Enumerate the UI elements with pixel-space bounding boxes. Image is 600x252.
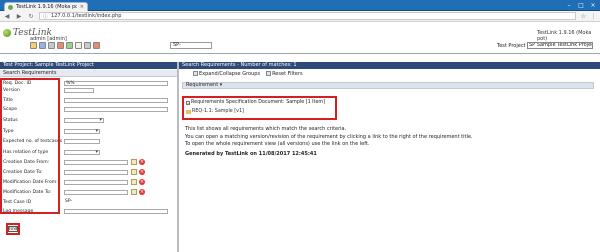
browser-titlebar bbox=[0, 0, 600, 11]
expand-collapse-button[interactable]: Expand/Collapse Groups bbox=[193, 71, 260, 77]
app-version: TestLink 1.9.16 (Moka pot) bbox=[537, 30, 592, 42]
back-icon[interactable]: ◀ bbox=[3, 12, 11, 20]
modification-to-input[interactable] bbox=[64, 190, 128, 195]
forward-icon[interactable]: ▶ bbox=[15, 12, 23, 20]
clear-date-icon[interactable]: × bbox=[139, 169, 145, 175]
calendar-icon[interactable] bbox=[131, 179, 137, 185]
minimize-icon[interactable]: – bbox=[564, 1, 574, 9]
app-header bbox=[0, 22, 600, 54]
status-select[interactable] bbox=[64, 117, 104, 123]
requirement-column-header[interactable]: Requirement ▾ bbox=[182, 82, 594, 89]
requirements-icon[interactable] bbox=[39, 42, 46, 49]
highlight-result bbox=[182, 96, 337, 120]
results-toolbar: Expand/Collapse Groups Reset Filters bbox=[179, 69, 600, 78]
has-relation-select[interactable] bbox=[64, 149, 100, 155]
creation-to-input[interactable] bbox=[64, 170, 128, 175]
calendar-icon[interactable] bbox=[131, 189, 137, 195]
user-management-icon[interactable] bbox=[75, 42, 82, 49]
project-label: Test Project bbox=[497, 43, 526, 49]
close-window-icon[interactable]: × bbox=[588, 1, 598, 9]
events-icon[interactable] bbox=[84, 42, 91, 49]
version-input[interactable] bbox=[64, 88, 94, 93]
tab-title: TestLink 1.9.16 (Moka pot) bbox=[16, 4, 77, 10]
logout-icon[interactable] bbox=[93, 42, 100, 49]
project-select[interactable]: SP Sample TestLink Project bbox=[527, 42, 593, 49]
reset-filters-label: Reset Filters bbox=[272, 70, 303, 77]
calendar-icon[interactable] bbox=[131, 159, 137, 165]
browser-toolbar: ◀ ▶ ↻ ⓘ 127.0.0.1/testlink/index.php ☆ ⋮ bbox=[0, 11, 600, 22]
clear-date-icon[interactable]: × bbox=[139, 159, 145, 165]
type-select[interactable] bbox=[64, 128, 100, 134]
test-reports-icon[interactable] bbox=[66, 42, 73, 49]
highlight-search-fields bbox=[0, 78, 60, 214]
calendar-icon[interactable] bbox=[131, 169, 137, 175]
reset-filters-icon bbox=[266, 71, 272, 76]
expand-collapse-icon bbox=[193, 71, 198, 76]
title-input[interactable] bbox=[64, 98, 168, 103]
generated-by: Generated by TestLink on 11/08/2017 12:4… bbox=[185, 151, 317, 157]
test-specification-icon[interactable] bbox=[48, 42, 55, 49]
creation-from-input[interactable] bbox=[64, 160, 128, 165]
search-requirements-subtitle: Search Requirements bbox=[0, 70, 177, 77]
highlight-find-button bbox=[6, 223, 20, 235]
info-line: You can open a matching version/revision… bbox=[185, 133, 473, 140]
req-doc-id-input[interactable]: %% bbox=[64, 81, 168, 86]
info-line: This list shows all requirements which m… bbox=[185, 126, 347, 132]
reload-icon[interactable]: ↻ bbox=[27, 12, 35, 20]
star-icon[interactable]: ☆ bbox=[580, 13, 587, 20]
results-info: This list shows all requirements which m… bbox=[185, 126, 585, 149]
logo-mark-icon bbox=[3, 29, 11, 37]
desktop-icon[interactable] bbox=[30, 42, 37, 49]
test-case-id-input[interactable]: SP- bbox=[64, 199, 94, 205]
tab-favicon-icon bbox=[8, 4, 13, 10]
expected-testcases-input[interactable] bbox=[64, 139, 100, 144]
test-execution-icon[interactable] bbox=[57, 42, 64, 49]
log-message-input[interactable] bbox=[64, 209, 168, 214]
modification-from-input[interactable] bbox=[64, 180, 128, 185]
header-menu-icons bbox=[30, 42, 100, 49]
menu-icon[interactable]: ⋮ bbox=[590, 13, 597, 20]
reset-filters-button[interactable]: Reset Filters bbox=[266, 71, 303, 77]
clear-date-icon[interactable]: × bbox=[139, 179, 145, 185]
clear-date-icon[interactable]: × bbox=[139, 189, 145, 195]
scope-input[interactable] bbox=[64, 107, 168, 112]
address-bar[interactable]: ⓘ 127.0.0.1/testlink/index.php bbox=[39, 12, 576, 20]
page-info-icon: ⓘ bbox=[43, 13, 49, 20]
left-panel-title: Test Project: Sample TestLink Project bbox=[0, 62, 177, 69]
expand-collapse-label: Expand/Collapse Groups bbox=[199, 70, 261, 77]
right-panel-title: Search Requirements - Number of matches:… bbox=[179, 62, 600, 69]
browser-tab[interactable]: TestLink 1.9.16 (Moka pot) × bbox=[4, 2, 88, 11]
url-text: 127.0.0.1/testlink/index.php bbox=[51, 13, 122, 19]
maximize-icon[interactable]: □ bbox=[576, 1, 586, 9]
info-line: To open the whole requirement view (all … bbox=[185, 141, 370, 147]
testcase-search-input[interactable]: SP- bbox=[170, 42, 212, 49]
window-controls: – □ × bbox=[564, 1, 598, 9]
tab-close-icon[interactable]: × bbox=[80, 4, 84, 10]
panel-divider[interactable] bbox=[177, 62, 179, 252]
